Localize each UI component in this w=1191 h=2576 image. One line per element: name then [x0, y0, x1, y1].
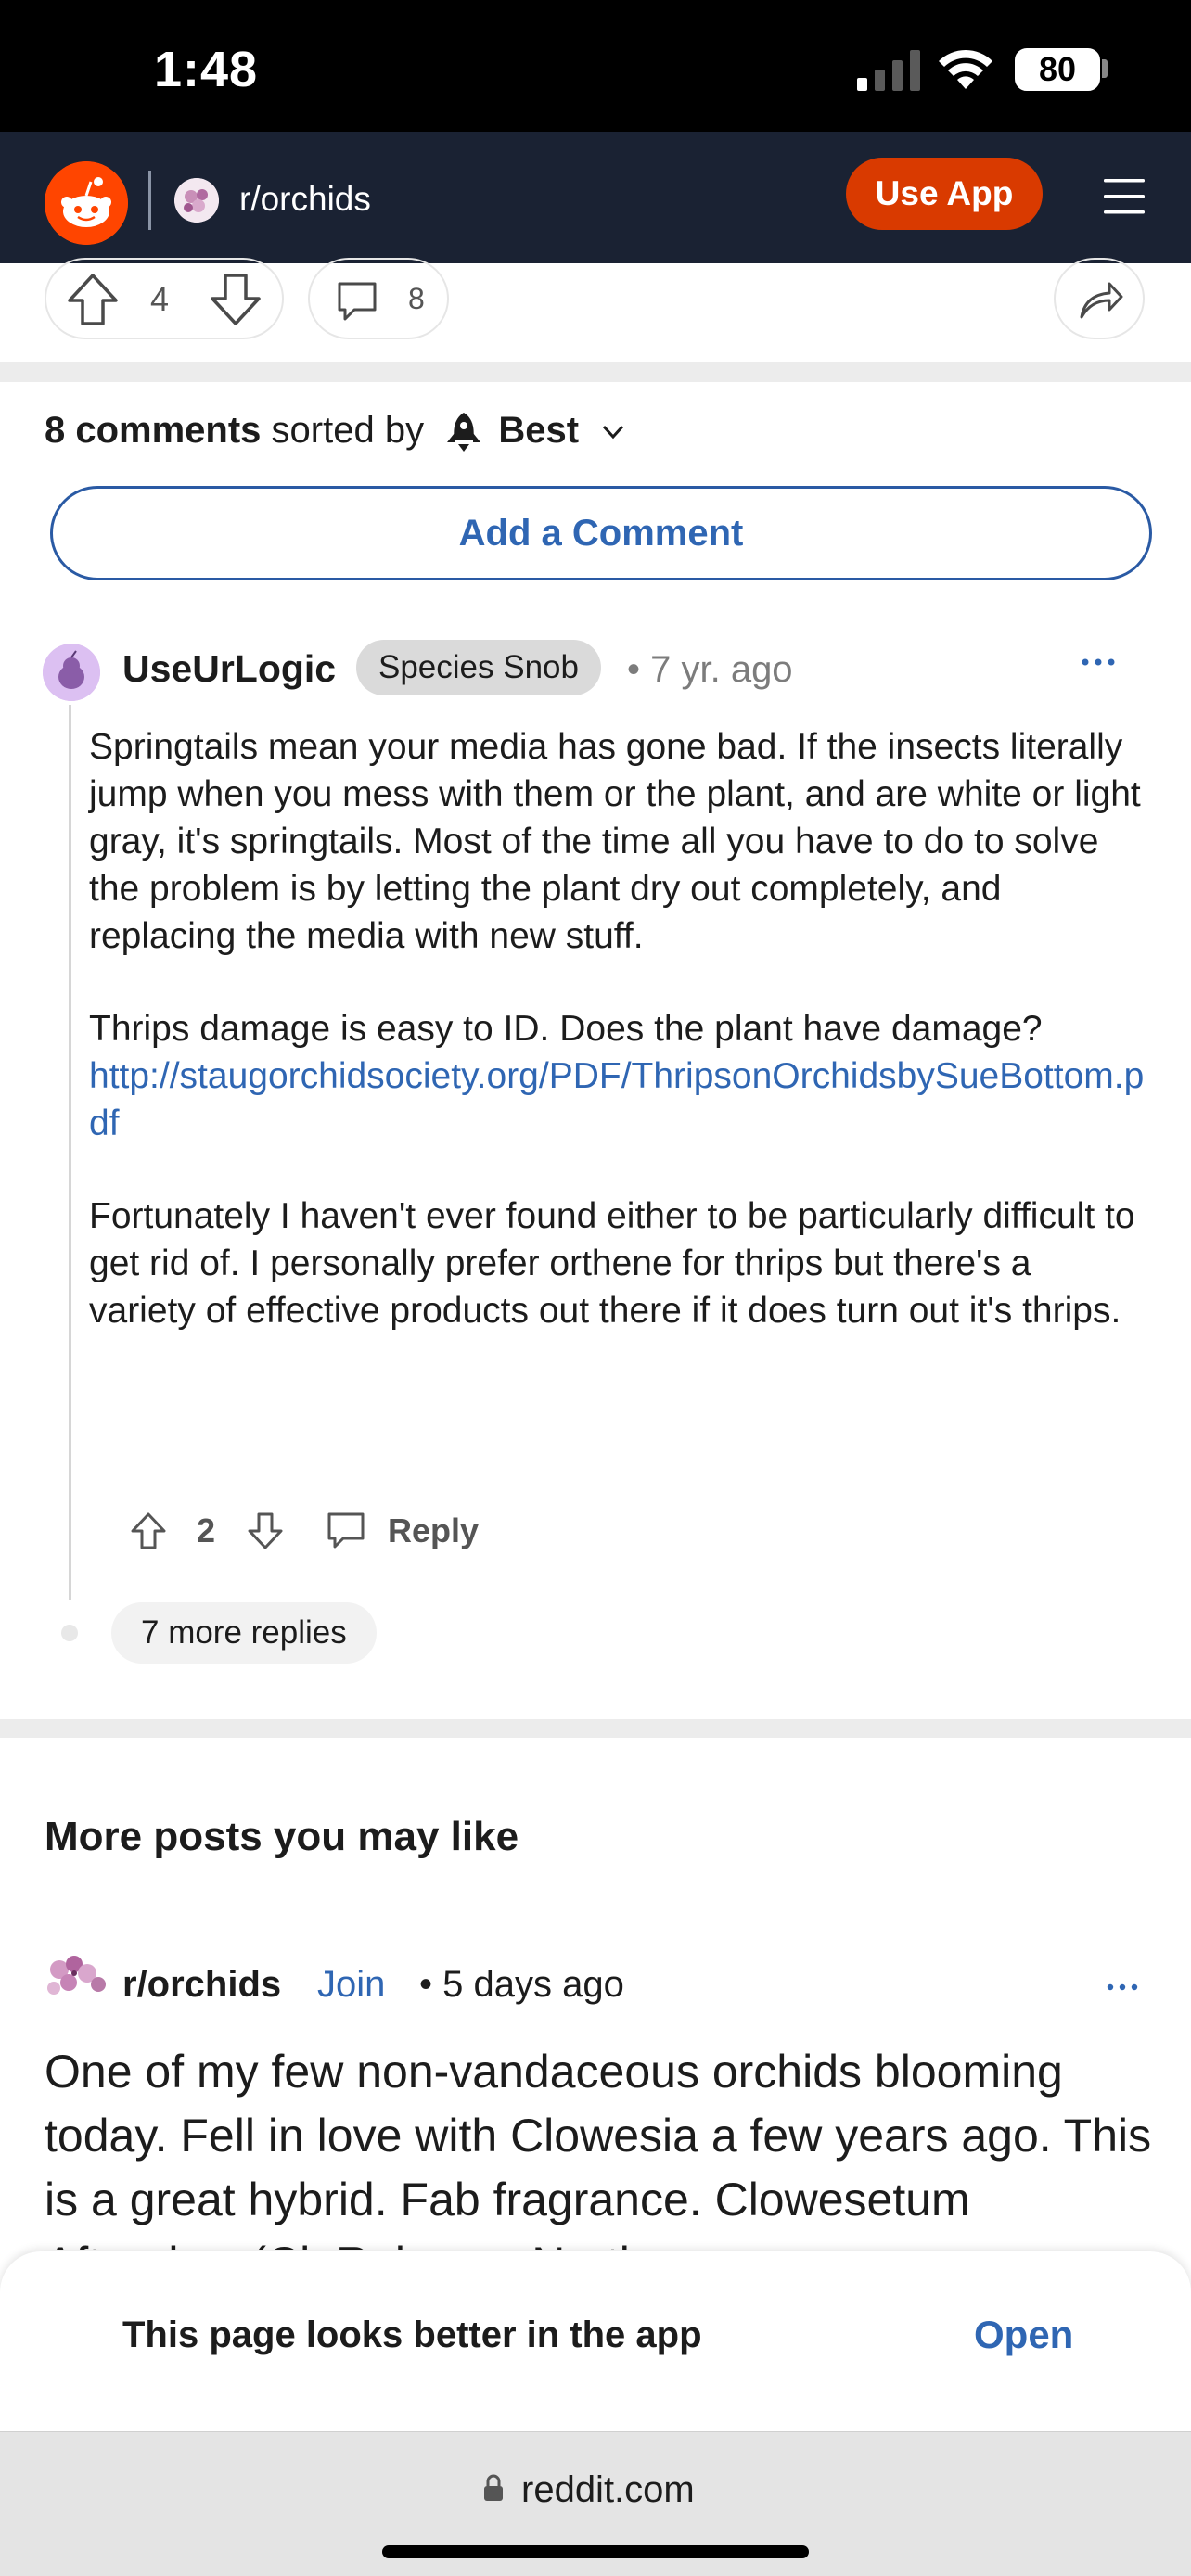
use-app-button[interactable]: Use App	[846, 158, 1043, 230]
comment-paragraph: Thrips damage is easy to ID. Does the pl…	[89, 1005, 1146, 1147]
comment-link[interactable]: http://staugorchidsociety.org/PDF/Thrips…	[89, 1056, 1144, 1143]
comment-bubble-icon	[338, 282, 377, 321]
open-app-button[interactable]: Open	[974, 2313, 1073, 2357]
section-separator	[0, 362, 1191, 382]
more-options-icon[interactable]	[1106, 1981, 1139, 1994]
share-arrow-icon	[1080, 282, 1123, 319]
app-header: r/orchids Use App	[0, 132, 1191, 263]
share-button[interactable]	[1054, 258, 1145, 339]
recommended-subreddit[interactable]: r/orchids	[122, 1964, 281, 2006]
wifi-icon	[939, 49, 992, 89]
subreddit-avatar[interactable]	[174, 178, 219, 223]
status-bar: 1:48 80	[0, 0, 1191, 132]
orchid-flower-icon[interactable]	[43, 1949, 109, 2003]
more-options-icon[interactable]	[1080, 655, 1117, 670]
sorted-by-label: sorted by	[271, 410, 425, 451]
comment-author-avatar[interactable]	[43, 644, 100, 701]
join-button[interactable]: Join	[317, 1964, 385, 2006]
post-comments-pill[interactable]: 8	[308, 258, 449, 339]
header-subreddit-name[interactable]: r/orchids	[239, 180, 371, 219]
recommended-post-title[interactable]: One of my few non-vandaceous orchids blo…	[45, 2040, 1158, 2250]
hamburger-menu-icon[interactable]	[1102, 176, 1146, 217]
upvote-icon[interactable]	[67, 273, 119, 326]
battery-icon: 80	[1015, 48, 1100, 91]
user-flair: Species Snob	[356, 640, 601, 695]
post-vote-count: 4	[150, 280, 170, 318]
battery-tip	[1102, 59, 1108, 78]
add-comment-button[interactable]: Add a Comment	[50, 486, 1152, 580]
reply-button[interactable]: Reply	[388, 1511, 479, 1550]
comment-paragraph: Fortunately I haven't ever found either …	[89, 1196, 1135, 1331]
cellular-signal-icon	[857, 50, 920, 91]
comment-score: 2	[197, 1511, 216, 1549]
reply-bubble-icon[interactable]	[327, 1511, 365, 1550]
comment-author[interactable]: UseUrLogic	[122, 647, 336, 691]
banner-message: This page looks better in the app	[122, 2315, 702, 2355]
comment-timestamp: • 7 yr. ago	[627, 649, 793, 690]
thread-line[interactable]	[69, 705, 71, 1600]
url-text[interactable]: reddit.com	[521, 2469, 695, 2511]
comment-paragraph-text: Thrips damage is easy to ID. Does the pl…	[89, 1009, 1043, 1049]
home-indicator[interactable]	[382, 2545, 809, 2558]
post-comment-count: 8	[408, 282, 425, 315]
status-time: 1:48	[154, 42, 259, 97]
comment-count-label: 8 comments	[45, 410, 262, 451]
comment-upvote-icon[interactable]	[130, 1511, 167, 1550]
comment-body: Springtails mean your media has gone bad…	[89, 723, 1146, 1380]
thread-dot	[61, 1625, 78, 1641]
section-separator	[0, 1719, 1191, 1738]
more-replies-button[interactable]: 7 more replies	[111, 1602, 377, 1664]
more-posts-heading: More posts you may like	[45, 1814, 519, 1859]
recommended-post-time: • 5 days ago	[419, 1964, 624, 2005]
downvote-icon[interactable]	[210, 273, 262, 326]
open-in-app-banner: This page looks better in the app Open	[0, 2251, 1191, 2433]
chevron-down-icon[interactable]	[600, 423, 626, 441]
lock-icon	[484, 2474, 503, 2501]
comment-downvote-icon[interactable]	[247, 1511, 284, 1550]
battery-level: 80	[1038, 50, 1077, 88]
reddit-logo-icon[interactable]	[45, 161, 128, 245]
post-vote-pill: 4	[45, 258, 284, 339]
comment-paragraph: Springtails mean your media has gone bad…	[89, 727, 1141, 956]
browser-address-bar[interactable]: reddit.com	[0, 2431, 1191, 2576]
sort-dropdown[interactable]: Best	[498, 410, 579, 451]
rocket-icon	[447, 413, 481, 453]
comments-sort-header: 8 comments sorted by Best	[45, 410, 626, 453]
header-divider	[148, 171, 151, 230]
